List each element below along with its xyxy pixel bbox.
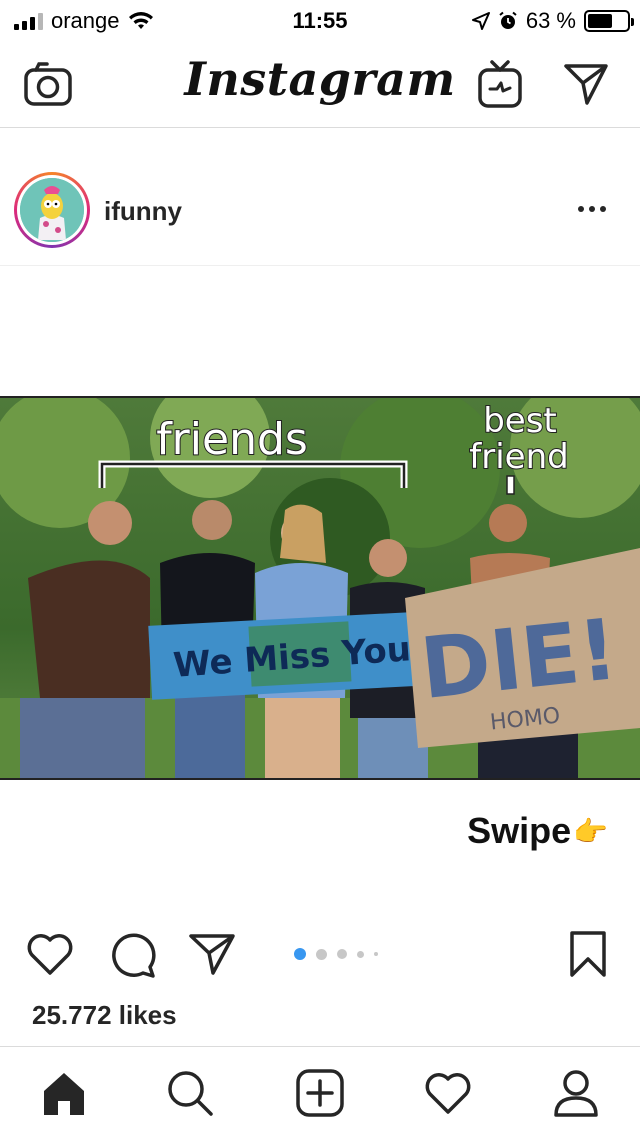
igtv-button[interactable] — [472, 56, 528, 112]
avatar — [20, 178, 84, 242]
status-right: 63 % — [471, 8, 634, 34]
story-ring[interactable] — [14, 172, 90, 248]
carousel-indicator — [294, 948, 378, 960]
direct-message-icon — [564, 64, 608, 105]
direct-message-button[interactable] — [558, 56, 614, 112]
battery-icon — [584, 10, 634, 32]
status-bar: orange 11:55 63 % — [0, 0, 640, 40]
post-actions — [0, 920, 640, 990]
more-dot — [578, 206, 584, 212]
tab-home[interactable] — [34, 1063, 94, 1123]
carousel-dot — [294, 948, 306, 960]
carousel-dot — [374, 952, 378, 956]
post-username[interactable]: ifunny — [104, 196, 182, 227]
swipe-text: Swipe — [467, 810, 572, 851]
share-icon — [189, 934, 235, 975]
carousel-dot — [316, 948, 327, 960]
new-post-icon — [296, 1069, 344, 1117]
likes-count[interactable]: 25.772 likes — [32, 1000, 177, 1031]
like-button[interactable] — [22, 926, 78, 982]
bookmark-icon — [570, 931, 606, 977]
meme-image: We Miss You! DIE! HOMO friends best frie… — [0, 398, 640, 778]
home-icon — [44, 1073, 84, 1115]
instagram-logo: Instagram — [184, 52, 456, 106]
search-icon — [168, 1071, 213, 1116]
share-button[interactable] — [184, 926, 240, 982]
tab-search[interactable] — [160, 1063, 220, 1123]
more-dot — [600, 206, 606, 212]
sign-text: DIE! — [416, 600, 622, 718]
post-media[interactable]: We Miss You! DIE! HOMO friends best frie… — [0, 268, 640, 908]
cartoon-avatar-icon — [20, 178, 84, 242]
tab-new-post[interactable] — [290, 1063, 350, 1123]
swipe-caption: Swipe 👉 — [467, 810, 608, 852]
label-best: best — [483, 401, 557, 441]
heart-icon — [27, 934, 73, 975]
post-photo: We Miss You! DIE! HOMO friends best frie… — [0, 396, 640, 780]
comment-button[interactable] — [104, 926, 160, 982]
post-header: ifunny — [0, 150, 640, 266]
battery-percent: 63 % — [525, 8, 576, 33]
igtv-icon — [478, 60, 522, 108]
carousel-dot — [357, 950, 364, 958]
more-options-button[interactable] — [572, 194, 612, 224]
more-dot — [589, 206, 595, 212]
location-arrow-icon — [471, 12, 490, 30]
activity-icon — [425, 1073, 471, 1114]
profile-icon — [554, 1070, 598, 1117]
top-nav: Instagram — [0, 40, 640, 128]
save-button[interactable] — [560, 926, 616, 982]
label-friends: friends — [156, 414, 308, 465]
pointing-hand-icon: 👉 — [573, 815, 608, 847]
label-friend: friend — [469, 437, 568, 477]
tab-activity[interactable] — [418, 1063, 478, 1123]
bottom-nav — [0, 1046, 640, 1136]
carousel-dot — [337, 949, 347, 959]
alarm-icon — [499, 11, 517, 29]
comment-icon — [112, 933, 156, 978]
tab-profile[interactable] — [546, 1063, 606, 1123]
